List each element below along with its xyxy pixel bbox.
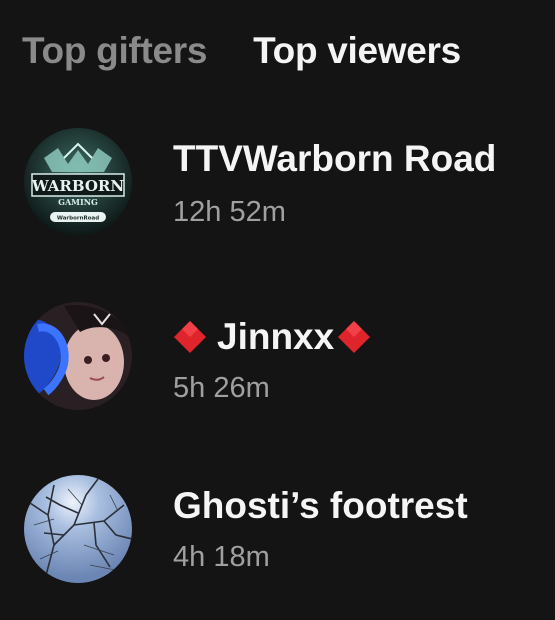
svg-text:WarbornRoad: WarbornRoad [57,216,99,222]
list-item[interactable]: Ghosti’s footrest 4h 18m [0,475,555,605]
anime-character-avatar-icon [24,302,132,410]
watch-duration: 12h 52m [173,196,286,228]
warborn-gaming-logo-icon: WARBORN GAMING WarbornRoad [24,128,132,236]
watch-duration: 5h 26m [173,372,270,404]
viewer-name-text: Jinnxx [217,316,335,357]
svg-text:WARBORN: WARBORN [31,177,124,195]
svg-text:GAMING: GAMING [58,197,98,207]
viewer-name: Ghosti’s footrest [173,485,468,526]
avatar[interactable] [24,302,132,410]
viewer-name: TTVWarborn Road [173,138,497,179]
tab-top-gifters[interactable]: Top gifters [22,30,207,72]
list-item[interactable]: WARBORN GAMING WarbornRoad TTVWarborn Ro… [0,128,555,258]
avatar[interactable] [24,475,132,583]
list-item[interactable]: Jinnxx 5h 26m [0,302,555,432]
red-diamond-icon [173,320,207,354]
avatar[interactable]: WARBORN GAMING WarbornRoad [24,128,132,236]
tab-top-viewers[interactable]: Top viewers [253,30,461,72]
viewer-name: Jinnxx [173,316,371,358]
watch-duration: 4h 18m [173,541,270,573]
tree-branches-sky-avatar-icon [24,475,132,583]
viewer-tabs: Top gifters Top viewers [22,30,461,72]
red-diamond-icon [337,320,371,354]
